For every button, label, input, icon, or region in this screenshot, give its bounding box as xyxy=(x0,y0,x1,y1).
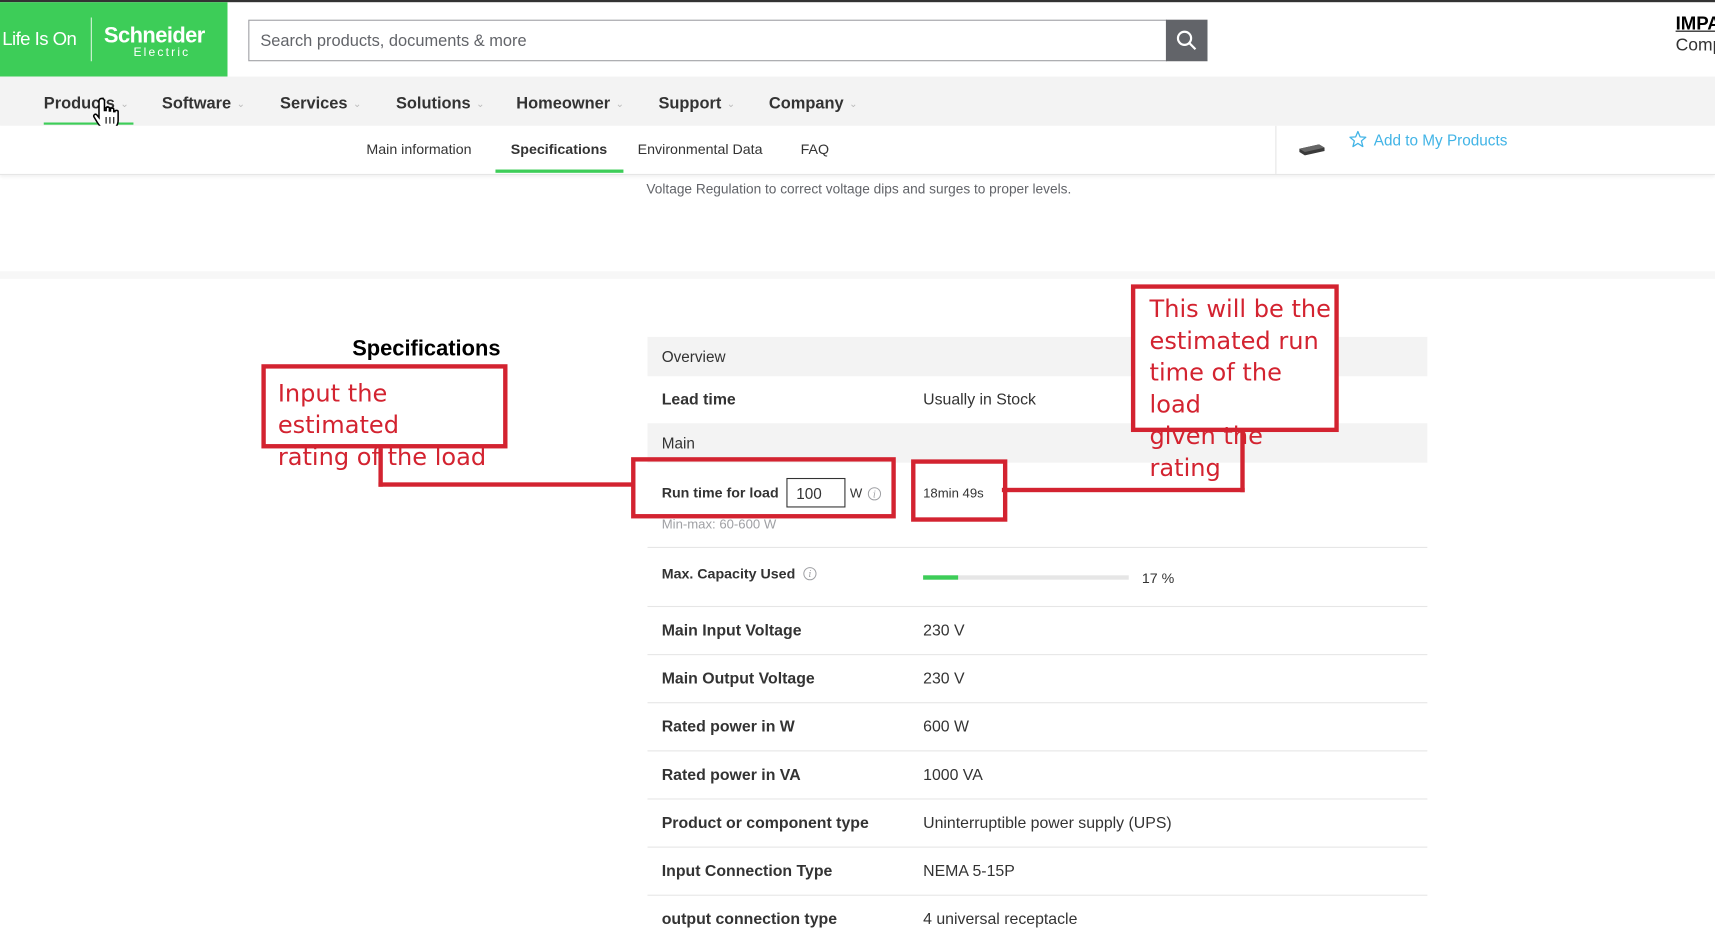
search-input[interactable] xyxy=(249,20,1166,61)
spec-row: Product or component type Uninterruptibl… xyxy=(647,800,1428,848)
capacity-label: Max. Capacity Used xyxy=(661,565,796,582)
spec-value: 600 W xyxy=(923,718,969,737)
specifications-heading: Specifications xyxy=(352,336,501,361)
add-to-my-products-button[interactable]: Add to My Products xyxy=(1349,130,1508,149)
annotation-line: estimated run xyxy=(1149,328,1319,356)
spec-row: Main Output Voltage 230 V xyxy=(647,655,1428,704)
spec-key: Main Input Voltage xyxy=(661,622,802,640)
nav-company[interactable]: Company ⌄ xyxy=(769,94,857,113)
runtime-minmax-hint: Min-max: 60-600 W xyxy=(661,516,777,532)
tab-specifications[interactable]: Specifications xyxy=(511,141,607,157)
spec-row: Main Input Voltage 230 V xyxy=(647,607,1428,656)
annotation-result-callout: This will be the estimated run time of t… xyxy=(1130,284,1339,482)
brand-logo[interactable]: Life Is On Schneider Electric xyxy=(0,2,228,77)
annotation-connector xyxy=(1001,487,1245,493)
search-box xyxy=(248,19,1168,62)
nav-software-label: Software xyxy=(161,94,232,113)
account-sub[interactable]: Comp xyxy=(1676,36,1715,56)
spec-value: 4 universal receptacle xyxy=(923,911,1078,929)
search-button[interactable] xyxy=(1165,19,1208,62)
capacity-percent: 17 % xyxy=(1141,569,1175,587)
chevron-down-icon: ⌄ xyxy=(352,98,362,110)
spec-key: output connection type xyxy=(661,911,838,929)
product-description: Voltage Regulation to correct voltage di… xyxy=(646,181,1072,197)
tab-environmental-data[interactable]: Environmental Data xyxy=(638,141,763,157)
annotation-line: given the rating xyxy=(1149,423,1263,483)
account-link[interactable]: IMPA xyxy=(1676,13,1715,35)
spec-value: Usually in Stock xyxy=(923,391,1036,410)
capacity-progress-fill xyxy=(923,575,959,580)
chevron-down-icon: ⌄ xyxy=(615,98,624,110)
product-sub-nav: Main information Specifications Environm… xyxy=(0,125,1715,175)
spec-value: Uninterruptible power supply (UPS) xyxy=(923,814,1172,833)
annotation-input-highlight xyxy=(631,457,896,519)
spec-value: 230 V xyxy=(923,622,965,640)
search-icon xyxy=(1176,30,1197,50)
spec-key: Lead time xyxy=(661,391,736,410)
annotation-connector xyxy=(378,482,635,487)
spec-row: Input Connection Type NEMA 5-15P xyxy=(647,848,1428,896)
star-icon xyxy=(1349,130,1367,148)
spec-value: 1000 VA xyxy=(923,766,983,785)
nav-services[interactable]: Services ⌄ xyxy=(280,94,361,113)
chevron-down-icon: ⌄ xyxy=(726,98,736,110)
spec-value: 230 V xyxy=(923,670,965,688)
add-to-my-products-label: Add to My Products xyxy=(1373,130,1508,149)
sub-nav-divider xyxy=(1275,125,1277,174)
chevron-down-icon: ⌄ xyxy=(849,98,858,110)
nav-software[interactable]: Software ⌄ xyxy=(162,94,245,113)
spec-row: Rated power in VA 1000 VA xyxy=(647,751,1428,800)
chevron-down-icon: ⌄ xyxy=(120,98,129,110)
spec-value: NEMA 5-15P xyxy=(923,862,1015,881)
annotation-line: rating of the load xyxy=(277,444,487,472)
nav-solutions[interactable]: Solutions ⌄ xyxy=(396,94,484,113)
annotation-result-highlight xyxy=(911,459,1008,522)
svg-text:i: i xyxy=(808,570,811,580)
info-icon[interactable]: i xyxy=(803,567,817,581)
annotation-line: Input the estimated xyxy=(277,380,399,440)
nav-homeowner[interactable]: Homeowner ⌄ xyxy=(516,94,624,113)
spec-key: Rated power in W xyxy=(661,718,795,737)
nav-solutions-label: Solutions xyxy=(395,94,471,113)
tab-faq[interactable]: FAQ xyxy=(801,141,829,157)
annotation-line: This will be the xyxy=(1149,296,1331,324)
chevron-down-icon: ⌄ xyxy=(476,98,485,110)
nav-company-label: Company xyxy=(768,94,844,113)
annotation-input-callout: Input the estimated rating of the load xyxy=(261,364,508,471)
chevron-down-icon: ⌄ xyxy=(236,98,245,110)
tab-main-information[interactable]: Main information xyxy=(366,141,471,157)
main-nav: Products ⌄ Software ⌄ Services ⌄ Solutions ⌄… xyxy=(0,76,1715,126)
section-separator xyxy=(0,271,1715,279)
spec-key: Main Output Voltage xyxy=(661,670,815,688)
nav-support[interactable]: Support ⌄ xyxy=(658,94,735,113)
spec-key: Product or component type xyxy=(661,814,869,833)
spec-row: output connection type 4 universal recep… xyxy=(648,896,1428,940)
nav-homeowner-label: Homeowner xyxy=(516,94,611,113)
nav-services-label: Services xyxy=(280,94,348,113)
brand-tagline: Life Is On xyxy=(2,28,77,50)
spec-row: Rated power in W 600 W xyxy=(647,703,1428,752)
brand-divider xyxy=(90,17,92,62)
brand-sub: Electric xyxy=(133,45,191,60)
capacity-progress-bar xyxy=(923,575,1129,580)
spec-key: Rated power in VA xyxy=(661,766,801,785)
top-bar: Life Is On Schneider Electric IMPA Comp xyxy=(0,0,1715,77)
nav-support-label: Support xyxy=(658,94,722,113)
tab-active-underline xyxy=(495,169,624,173)
product-thumbnail-icon xyxy=(1299,144,1325,156)
spec-key: Input Connection Type xyxy=(661,862,833,881)
annotation-line: time of the load xyxy=(1149,359,1282,419)
